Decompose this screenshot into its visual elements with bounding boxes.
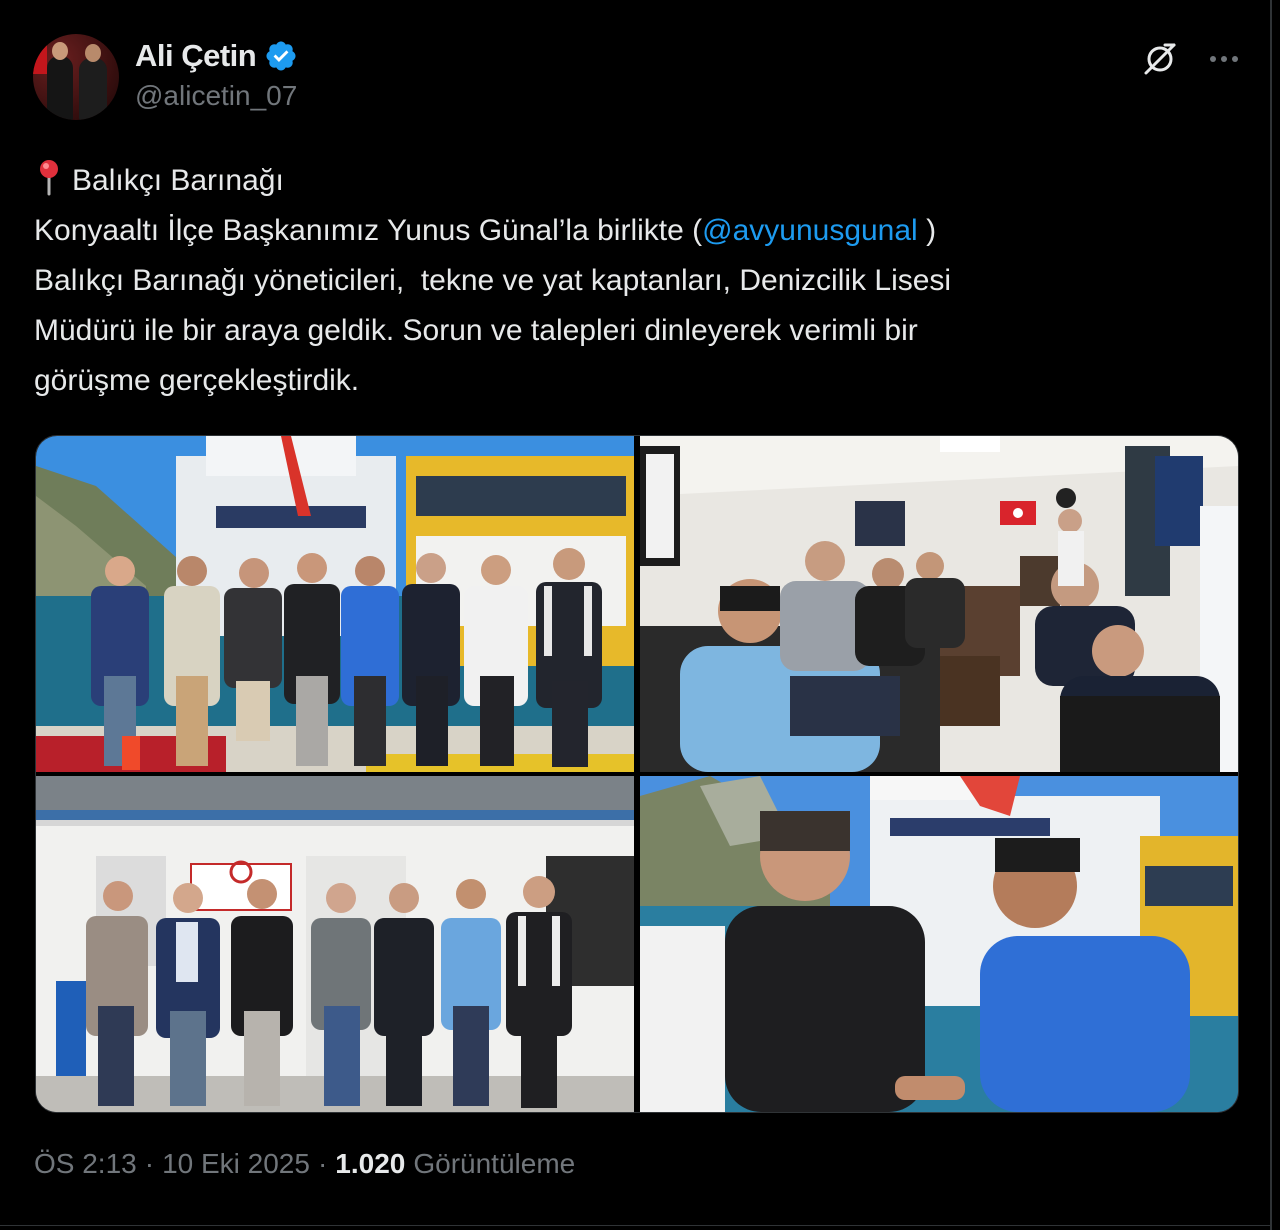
tweet-line-1: Balıkçı Barınağı: [34, 156, 1204, 206]
tweet-line-4: Müdürü ile bir araya geldik. Sorun ve ta…: [34, 314, 918, 347]
media-photo-1[interactable]: [36, 436, 634, 772]
post-date[interactable]: 10 Eki 2025: [162, 1148, 310, 1180]
round-pushpin-icon: [40, 160, 58, 196]
more-options-icon[interactable]: [1205, 40, 1243, 78]
media-grid: [35, 435, 1239, 1113]
tweet-meta: ÖS 2:13 · 10 Eki 2025 · 1.020 Görüntülem…: [34, 1148, 575, 1180]
views-label: Görüntüleme: [413, 1148, 576, 1179]
user-block: Ali Çetin @alicetin_07: [135, 36, 298, 112]
tweet-header: Ali Çetin @alicetin_07: [33, 34, 1243, 122]
frame-border-bottom: [0, 1225, 1270, 1226]
header-actions: [1141, 40, 1243, 78]
tweet-line-2-end: ): [917, 214, 937, 247]
avatar[interactable]: [33, 34, 119, 120]
meta-separator: ·: [317, 1148, 328, 1179]
meta-separator: ·: [144, 1148, 155, 1179]
tweet-line-2: Konyaaltı İlçe Başkanımız Yunus Günal’la…: [34, 206, 1204, 256]
media-photo-2[interactable]: [640, 436, 1238, 772]
media-photo-4[interactable]: [640, 776, 1238, 1112]
tweet-line-2-start: Konyaaltı İlçe Başkanımız Yunus Günal’la…: [34, 214, 703, 247]
location-text: Balıkçı Barınağı: [72, 164, 284, 197]
display-name[interactable]: Ali Çetin: [135, 38, 257, 74]
tweet-text: Balıkçı Barınağı Konyaaltı İlçe Başkanımı…: [34, 156, 1204, 406]
mention-link[interactable]: @avyunusgunal: [702, 214, 918, 247]
tweet-line-5: görüşme gerçekleştirdik.: [34, 364, 360, 397]
grok-icon[interactable]: [1141, 40, 1179, 78]
frame-border-right: [1270, 0, 1272, 1230]
media-photo-3[interactable]: [36, 776, 634, 1112]
tweet-line-3: Balıkçı Barınağı yöneticileri, tekne ve …: [34, 264, 952, 297]
post-time[interactable]: ÖS 2:13: [34, 1148, 137, 1180]
verified-badge-icon: [266, 41, 296, 71]
views-count: 1.020: [335, 1148, 406, 1179]
user-handle[interactable]: @alicetin_07: [135, 80, 298, 112]
name-row: Ali Çetin: [135, 36, 298, 76]
